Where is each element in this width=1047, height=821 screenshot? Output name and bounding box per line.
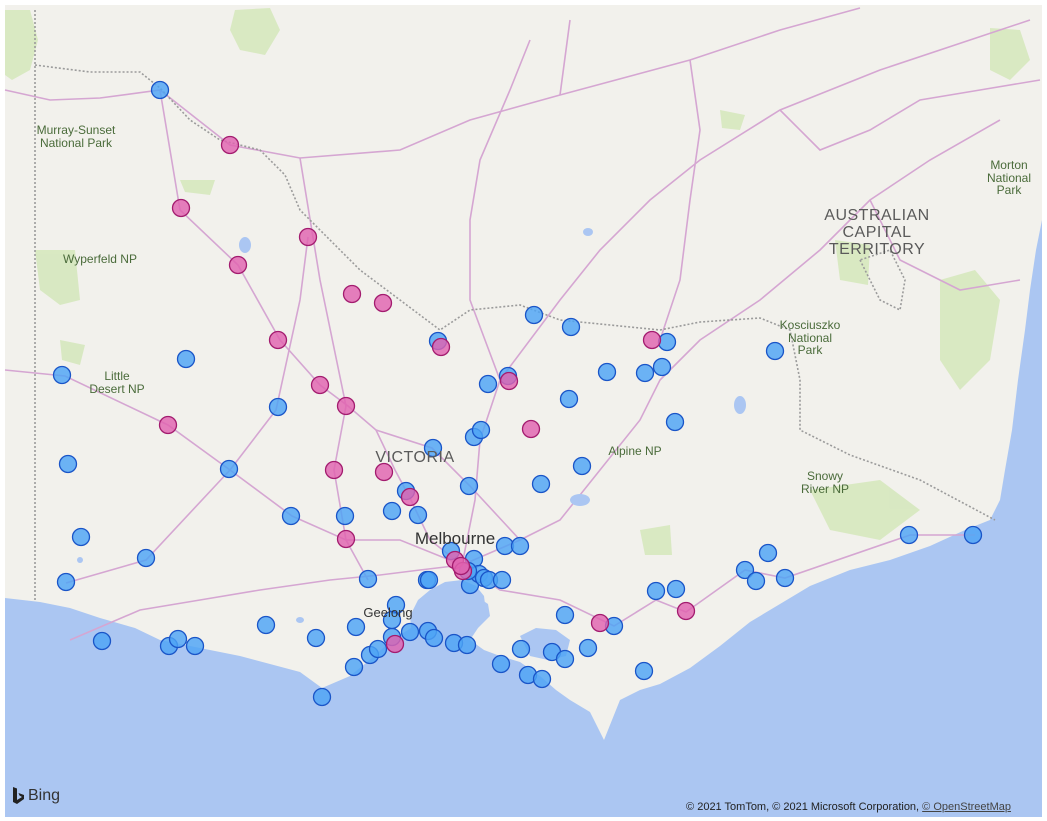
map-marker-blue[interactable] xyxy=(578,638,598,658)
map-marker-blue[interactable] xyxy=(281,506,301,526)
map-marker-blue[interactable] xyxy=(368,639,388,659)
map-marker-blue[interactable] xyxy=(459,476,479,496)
label-kosciuszko: Kosciuszko National Park xyxy=(779,318,841,358)
map-marker-blue[interactable] xyxy=(492,570,512,590)
map-marker-pink[interactable] xyxy=(676,601,696,621)
map-marker-blue[interactable] xyxy=(219,459,239,479)
label-alpine: Alpine NP xyxy=(608,444,662,458)
osm-link[interactable]: © OpenStreetMap xyxy=(922,801,1011,813)
map-marker-blue[interactable] xyxy=(408,505,428,525)
map-marker-blue[interactable] xyxy=(634,661,654,681)
map-marker-pink[interactable] xyxy=(385,634,405,654)
map-marker-blue[interactable] xyxy=(478,374,498,394)
map-marker-pink[interactable] xyxy=(521,419,541,439)
label-melbourne: Melbourne xyxy=(414,529,496,548)
map-marker-blue[interactable] xyxy=(665,412,685,432)
map-marker-blue[interactable] xyxy=(646,581,666,601)
map-marker-blue[interactable] xyxy=(746,571,766,591)
map-marker-blue[interactable] xyxy=(268,397,288,417)
copyright-text: © 2021 TomTom, © 2021 Microsoft Corporat… xyxy=(686,801,923,813)
map-marker-blue[interactable] xyxy=(532,669,552,689)
map-marker-pink[interactable] xyxy=(171,198,191,218)
label-little-desert: Little Desert NP xyxy=(89,369,145,396)
map-marker-blue[interactable] xyxy=(176,349,196,369)
map-marker-blue[interactable] xyxy=(899,525,919,545)
map-marker-blue[interactable] xyxy=(657,332,677,352)
label-geelong: Geelong xyxy=(363,605,413,620)
map-marker-blue[interactable] xyxy=(256,615,276,635)
map-marker-pink[interactable] xyxy=(228,255,248,275)
map-marker-blue[interactable] xyxy=(491,654,511,674)
map-marker-blue[interactable] xyxy=(559,389,579,409)
map-marker-blue[interactable] xyxy=(758,543,778,563)
map-marker-blue[interactable] xyxy=(555,605,575,625)
map-marker-pink[interactable] xyxy=(220,135,240,155)
map-marker-blue[interactable] xyxy=(561,317,581,337)
map-marker-blue[interactable] xyxy=(346,617,366,637)
label-victoria: VICTORIA xyxy=(375,449,455,466)
map-marker-blue[interactable] xyxy=(52,365,72,385)
map-marker-pink[interactable] xyxy=(590,613,610,633)
map-marker-blue[interactable] xyxy=(510,536,530,556)
map-marker-pink[interactable] xyxy=(400,487,420,507)
map-marker-blue[interactable] xyxy=(457,635,477,655)
map-marker-pink[interactable] xyxy=(158,415,178,435)
map-marker-blue[interactable] xyxy=(150,80,170,100)
map-marker-blue[interactable] xyxy=(531,474,551,494)
map-marker-blue[interactable] xyxy=(572,456,592,476)
map-marker-blue[interactable] xyxy=(597,362,617,382)
label-morton: Morton National Park xyxy=(986,158,1032,198)
bing-icon xyxy=(13,787,24,804)
map-marker-blue[interactable] xyxy=(400,622,420,642)
map-canvas[interactable] xyxy=(0,0,1047,821)
bing-logo[interactable]: Bing xyxy=(11,786,60,806)
map-marker-blue[interactable] xyxy=(168,629,188,649)
bing-text: Bing xyxy=(28,787,61,804)
map-marker-blue[interactable] xyxy=(635,363,655,383)
label-wyperfeld: Wyperfeld NP xyxy=(63,252,137,266)
map-marker-blue[interactable] xyxy=(424,628,444,648)
map-marker-blue[interactable] xyxy=(419,570,439,590)
map-marker-blue[interactable] xyxy=(963,525,983,545)
map-marker-pink[interactable] xyxy=(310,375,330,395)
map-marker-blue[interactable] xyxy=(652,357,672,377)
map-marker-blue[interactable] xyxy=(524,305,544,325)
map-marker-pink[interactable] xyxy=(342,284,362,304)
map-marker-blue[interactable] xyxy=(382,501,402,521)
map-marker-blue[interactable] xyxy=(344,657,364,677)
map-marker-pink[interactable] xyxy=(373,293,393,313)
map-marker-blue[interactable] xyxy=(312,687,332,707)
map-marker-pink[interactable] xyxy=(336,529,356,549)
map-marker-blue[interactable] xyxy=(511,639,531,659)
map-marker-blue[interactable] xyxy=(358,569,378,589)
map-marker-pink[interactable] xyxy=(324,460,344,480)
map-marker-blue[interactable] xyxy=(71,527,91,547)
map-marker-pink[interactable] xyxy=(451,556,471,576)
map-marker-pink[interactable] xyxy=(642,330,662,350)
map-marker-blue[interactable] xyxy=(306,628,326,648)
map-marker-blue[interactable] xyxy=(335,506,355,526)
map-marker-blue[interactable] xyxy=(58,454,78,474)
map-marker-pink[interactable] xyxy=(336,396,356,416)
map-copyright: © 2021 TomTom, © 2021 Microsoft Corporat… xyxy=(686,801,1011,813)
map-marker-blue[interactable] xyxy=(775,568,795,588)
map-marker-blue[interactable] xyxy=(185,636,205,656)
map-marker-pink[interactable] xyxy=(268,330,288,350)
map-marker-pink[interactable] xyxy=(298,227,318,247)
map-marker-pink[interactable] xyxy=(499,371,519,391)
label-snowy-river: Snowy River NP xyxy=(800,469,849,496)
map-marker-pink[interactable] xyxy=(431,337,451,357)
map-marker-blue[interactable] xyxy=(56,572,76,592)
map-marker-blue[interactable] xyxy=(471,420,491,440)
map-marker-blue[interactable] xyxy=(92,631,112,651)
map-marker-blue[interactable] xyxy=(555,649,575,669)
map-marker-blue[interactable] xyxy=(136,548,156,568)
label-act: AUSTRALIAN CAPITAL TERRITORY xyxy=(824,207,930,258)
map-marker-blue[interactable] xyxy=(666,579,686,599)
label-murray-sunset: Murray-Sunset National Park xyxy=(36,123,116,150)
